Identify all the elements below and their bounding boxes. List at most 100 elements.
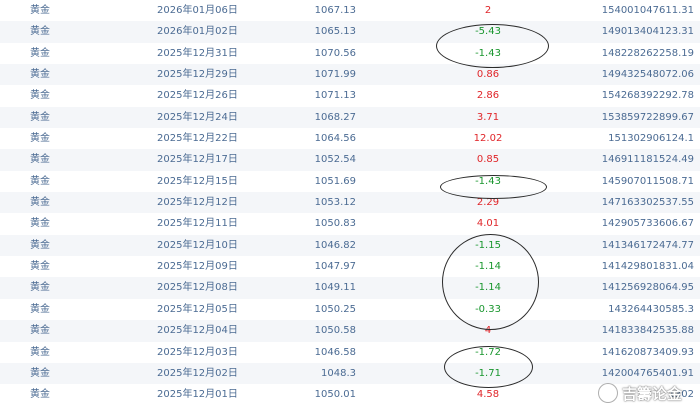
table-row: 黄金 2026年01月02日 1065.13 -5.43 149013404123.31	[0, 21, 700, 43]
volume-cell: 153859722899.67	[601, 111, 694, 123]
price-cell: 1051.69	[314, 175, 356, 187]
name-cell: 黄金	[30, 197, 50, 209]
volume-cell: 141620873409.93	[601, 346, 694, 358]
name-cell: 黄金	[30, 90, 50, 102]
name-cell: 黄金	[30, 346, 50, 358]
name-cell: 黄金	[30, 325, 50, 337]
volume-cell: 141256928064.95	[601, 282, 694, 294]
date-cell: 2025年12月03日	[157, 346, 238, 358]
volume-cell: 154268392292.78	[601, 90, 694, 102]
date-cell: 2025年12月05日	[157, 303, 238, 315]
date-cell: 2025年12月31日	[157, 47, 238, 59]
name-cell: 黄金	[30, 282, 50, 294]
date-cell: 2025年12月01日	[157, 389, 238, 401]
name-cell: 黄金	[30, 239, 50, 251]
date-cell: 2025年12月09日	[157, 261, 238, 273]
price-cell: 1049.11	[314, 282, 356, 294]
volume-cell: 142905733606.67	[601, 218, 694, 230]
table-row: 黄金 2026年01月06日 1067.13 2 154001047611.31	[0, 0, 700, 21]
volume-cell: 141429801831.04	[601, 261, 694, 273]
name-cell: 黄金	[30, 367, 50, 379]
name-cell: 黄金	[30, 111, 50, 123]
date-cell: 2025年12月10日	[157, 239, 238, 251]
date-cell: 2025年12月08日	[157, 282, 238, 294]
price-cell: 1071.99	[314, 69, 356, 81]
price-cell: 1067.13	[314, 5, 356, 16]
name-cell: 黄金	[30, 47, 50, 59]
price-cell: 1068.27	[314, 111, 356, 123]
price-cell: 1052.54	[314, 154, 356, 166]
table-row: 黄金 2025年12月15日 1051.69 -1.43 145907011508.71	[0, 171, 700, 192]
change-cell: 4.01	[476, 218, 500, 230]
annotation-circle	[442, 234, 539, 330]
table-row: 黄金 2025年12月31日 1070.56 -1.43 148228262258.19	[0, 43, 700, 64]
volume-cell: 147163302537.55	[601, 197, 694, 209]
price-cell: 1064.56	[314, 133, 356, 145]
name-cell: 黄金	[30, 303, 50, 315]
date-cell: 2025年12月12日	[157, 197, 238, 209]
date-cell: 2025年12月04日	[157, 325, 238, 337]
change-cell: 3.71	[476, 111, 500, 123]
price-table: 黄金 2026年01月06日 1067.13 2 154001047611.31 黄金 20…	[0, 0, 700, 406]
date-cell: 2025年12月02日	[157, 367, 238, 379]
name-cell: 黄金	[30, 218, 50, 230]
change-cell: 2.86	[476, 90, 500, 102]
name-cell: 黄金	[30, 26, 50, 38]
volume-cell: 154001047611.31	[601, 5, 694, 16]
date-cell: 2025年12月17日	[157, 154, 238, 166]
price-cell: 1065.13	[314, 26, 356, 38]
table-row: 黄金 2025年12月08日 1049.11 -1.14 141256928064.95	[0, 277, 700, 299]
date-cell: 2025年12月11日	[157, 218, 238, 230]
annotation-circle	[436, 24, 549, 68]
volume-cell: 143264430585.3	[608, 303, 694, 315]
price-cell: 1047.97	[314, 261, 356, 273]
price-cell: 1050.01	[314, 389, 356, 401]
volume-cell: 149013404123.31	[601, 26, 694, 38]
volume-cell: 149432548072.06	[601, 69, 694, 81]
table-row: 黄金 2025年12月02日 1048.3 -1.71 142004765401.91	[0, 362, 700, 385]
name-cell: 黄金	[30, 389, 50, 401]
table-row: 黄金 2025年12月03日 1046.58 -1.72 141620873409.93	[0, 342, 700, 363]
volume-cell: 145907011508.71	[601, 175, 694, 187]
price-cell: 1050.83	[314, 218, 356, 230]
date-cell: 2025年12月22日	[157, 133, 238, 145]
price-cell: 1048.3	[321, 367, 356, 379]
table-row: 黄金 2025年12月04日 1050.58 4 141833842535.88	[0, 320, 700, 342]
date-cell: 2026年01月06日	[157, 5, 238, 16]
name-cell: 黄金	[30, 5, 50, 16]
watermark: 吉籌论金	[598, 381, 682, 405]
watermark-text: 吉籌论金	[622, 384, 683, 403]
volume-cell: 151302906124.1	[608, 133, 694, 145]
volume-cell: 141346172474.77	[601, 239, 694, 251]
price-cell: 1046.82	[314, 239, 356, 251]
table-row: 黄金 2025年12月05日 1050.25 -0.33 143264430585.3	[0, 299, 700, 320]
table-row: 黄金 2025年12月12日 1053.12 2.29 147163302537.55	[0, 192, 700, 214]
change-cell: 0.85	[476, 154, 500, 166]
date-cell: 2026年01月02日	[157, 26, 238, 38]
price-cell: 1050.25	[314, 303, 356, 315]
price-cell: 1046.58	[314, 346, 356, 358]
table-row: 黄金 2025年12月10日 1046.82 -1.15 141346172474.77	[0, 234, 700, 257]
price-cell: 1071.13	[314, 90, 356, 102]
table-row: 黄金 2025年12月26日 1071.13 2.86 154268392292.78	[0, 85, 700, 106]
name-cell: 黄金	[30, 133, 50, 145]
date-cell: 2025年12月15日	[157, 175, 238, 187]
table-row: 黄金 2025年12月01日 1050.01 4.58 1302	[0, 384, 700, 405]
table-row: 黄金 2025年12月17日 1052.54 0.85 146911181524.49	[0, 149, 700, 171]
price-cell: 1053.12	[314, 197, 356, 209]
table-row: 黄金 2025年12月22日 1064.56 12.02 151302906124.1	[0, 128, 700, 149]
table-row: 黄金 2025年12月11日 1050.83 4.01 142905733606.67	[0, 213, 700, 234]
volume-cell: 146911181524.49	[601, 154, 694, 166]
annotation-circle	[444, 346, 533, 388]
annotation-circle	[440, 175, 547, 199]
change-cell: 2	[484, 5, 492, 16]
table-row: 黄金 2025年12月09日 1047.97 -1.14 141429801831.04	[0, 256, 700, 277]
date-cell: 2025年12月29日	[157, 69, 238, 81]
change-cell: 12.02	[473, 133, 503, 145]
name-cell: 黄金	[30, 154, 50, 166]
table-row: 黄金 2025年12月29日 1071.99 0.86 149432548072.06	[0, 64, 700, 86]
price-cell: 1050.58	[314, 325, 356, 337]
table-row: 黄金 2025年12月24日 1068.27 3.71 153859722899.67	[0, 106, 700, 129]
volume-cell: 141833842535.88	[601, 325, 694, 337]
logo-icon	[598, 383, 618, 403]
